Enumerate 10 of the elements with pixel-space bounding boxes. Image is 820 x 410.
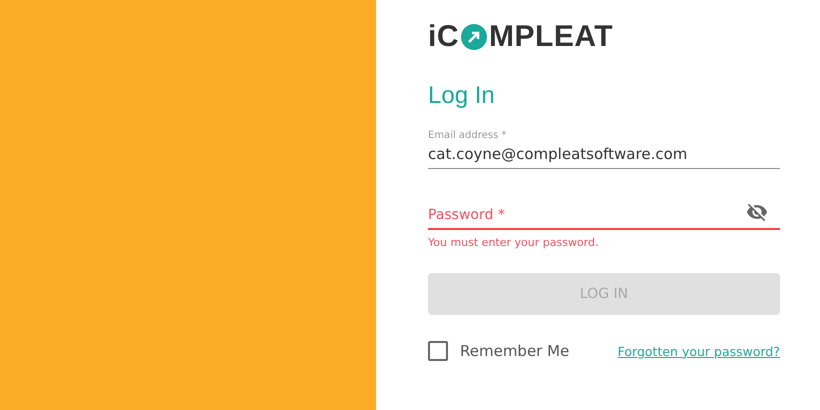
remember-checkbox[interactable]: [428, 341, 448, 361]
page-title: Log In: [428, 82, 496, 110]
eye-off-icon[interactable]: [746, 201, 768, 223]
remember-label: Remember Me: [460, 342, 570, 360]
logo-text: MPLEAT: [489, 22, 614, 52]
email-field[interactable]: cat.coyne@compleatsoftware.com: [428, 141, 780, 169]
logo-text: iC: [428, 22, 459, 52]
error-message: You must enter your password.: [428, 236, 600, 249]
forgot-password-link[interactable]: Forgotten your password?: [618, 344, 780, 358]
field-label: Email address *: [428, 130, 508, 141]
